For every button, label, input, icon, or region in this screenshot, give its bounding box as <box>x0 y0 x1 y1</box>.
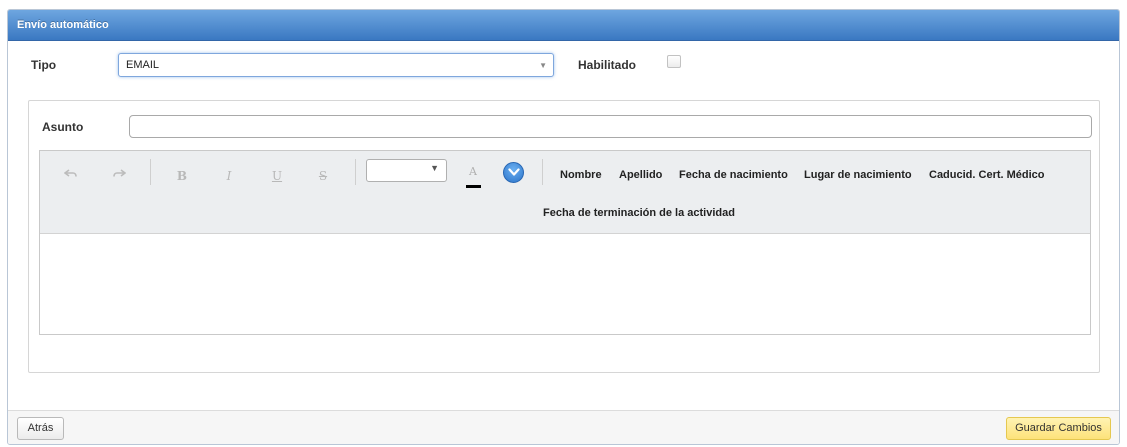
redo-icon[interactable] <box>108 165 130 187</box>
panel-title: Envío automático <box>8 10 1119 41</box>
italic-button[interactable]: I <box>218 165 240 187</box>
chevron-down-circle-icon <box>508 168 520 176</box>
bold-button[interactable]: B <box>171 165 193 187</box>
save-changes-button[interactable]: Guardar Cambios <box>1006 417 1111 440</box>
toolbar-divider <box>542 159 543 185</box>
envio-automatico-panel: Envío automático Tipo EMAIL ▼ Habilitado… <box>7 9 1120 445</box>
field-apellido-button[interactable]: Apellido <box>619 169 662 181</box>
field-fecha-terminacion-button[interactable]: Fecha de terminación de la actividad <box>543 207 735 219</box>
underline-button[interactable]: U <box>266 165 288 187</box>
more-options-button[interactable] <box>503 162 524 183</box>
tipo-label: Tipo <box>31 58 57 72</box>
font-color-button[interactable]: A <box>465 165 481 178</box>
field-caducid-cert-medico-button[interactable]: Caducid. Cert. Médico <box>929 169 1045 181</box>
back-button[interactable]: Atrás <box>17 417 64 440</box>
message-box: Asunto B I U S ▼ A Nombre Apellido Fecha… <box>28 100 1100 373</box>
habilitado-label: Habilitado <box>578 58 637 72</box>
field-nombre-button[interactable]: Nombre <box>560 169 602 181</box>
chevron-down-icon: ▼ <box>539 61 547 70</box>
field-lugar-nacimiento-button[interactable]: Lugar de nacimiento <box>804 169 912 181</box>
font-size-select[interactable]: ▼ <box>366 159 447 182</box>
toolbar-divider <box>355 159 356 185</box>
panel-footer: Atrás Guardar Cambios <box>8 410 1119 444</box>
tipo-select[interactable]: EMAIL ▼ <box>118 53 554 77</box>
editor-content-area[interactable] <box>40 235 1090 334</box>
habilitado-checkbox[interactable] <box>667 55 681 68</box>
strikethrough-button[interactable]: S <box>312 165 334 187</box>
chevron-down-icon: ▼ <box>430 163 439 173</box>
editor-toolbar: B I U S ▼ A Nombre Apellido Fecha de nac… <box>40 151 1090 234</box>
asunto-label: Asunto <box>42 120 84 134</box>
rich-text-editor: B I U S ▼ A Nombre Apellido Fecha de nac… <box>39 150 1091 335</box>
asunto-input[interactable] <box>129 115 1092 138</box>
field-fecha-nacimiento-button[interactable]: Fecha de nacimiento <box>679 169 788 181</box>
undo-icon[interactable] <box>60 165 82 187</box>
toolbar-divider <box>150 159 151 185</box>
font-color-swatch <box>466 185 481 188</box>
tipo-select-value: EMAIL <box>126 59 160 71</box>
